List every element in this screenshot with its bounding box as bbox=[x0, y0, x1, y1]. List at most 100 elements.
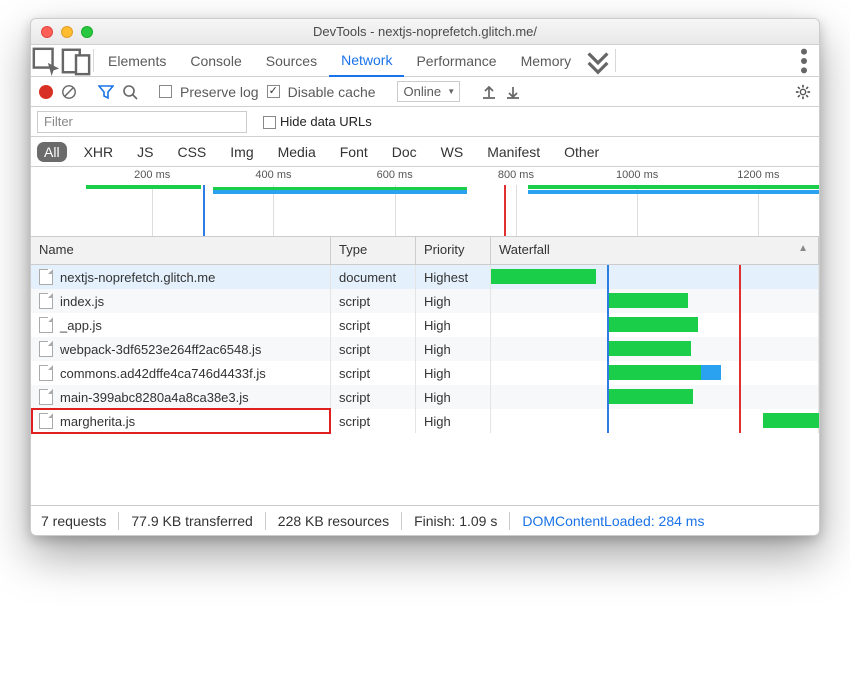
file-icon bbox=[39, 269, 53, 285]
dcl-marker bbox=[607, 265, 609, 433]
table-row[interactable]: commons.ad42dffe4ca746d4433f.js scriptHig… bbox=[31, 361, 819, 385]
preserve-log-label: Preserve log bbox=[180, 84, 259, 100]
timeline-tick-label: 200 ms bbox=[134, 169, 170, 181]
type-filter-doc[interactable]: Doc bbox=[385, 142, 424, 162]
table-row[interactable]: _app.js scriptHigh bbox=[31, 313, 819, 337]
window-title: DevTools - nextjs-noprefetch.glitch.me/ bbox=[31, 24, 819, 39]
hide-data-urls-label: Hide data URLs bbox=[280, 114, 372, 129]
file-icon bbox=[39, 389, 53, 405]
type-filter-xhr[interactable]: XHR bbox=[77, 142, 121, 162]
request-type: script bbox=[331, 289, 416, 313]
request-waterfall bbox=[491, 385, 819, 409]
settings-gear-icon[interactable] bbox=[795, 84, 811, 100]
file-icon bbox=[39, 317, 53, 333]
table-row[interactable]: webpack-3df6523e264ff2ac6548.js scriptHig… bbox=[31, 337, 819, 361]
hide-data-urls-checkbox[interactable]: Hide data URLs bbox=[263, 114, 372, 129]
type-filter-ws[interactable]: WS bbox=[434, 142, 471, 162]
request-waterfall bbox=[491, 361, 819, 385]
file-icon bbox=[39, 413, 53, 429]
tab-elements[interactable]: Elements bbox=[96, 45, 178, 76]
timeline-tick-label: 1200 ms bbox=[737, 169, 779, 181]
type-filter-other[interactable]: Other bbox=[557, 142, 606, 162]
filter-input[interactable] bbox=[37, 111, 247, 133]
table-row[interactable]: main-399abc8280a4a8ca38e3.jsscriptHigh bbox=[31, 385, 819, 409]
disable-cache-label: Disable cache bbox=[288, 84, 376, 100]
record-button[interactable] bbox=[39, 85, 53, 99]
type-filter-all[interactable]: All bbox=[37, 142, 67, 162]
type-filter-font[interactable]: Font bbox=[333, 142, 375, 162]
type-filter-css[interactable]: CSS bbox=[170, 142, 213, 162]
throttle-value: Online bbox=[404, 84, 442, 99]
request-name: index.js bbox=[60, 294, 104, 309]
status-requests: 7 requests bbox=[41, 513, 106, 529]
table-row[interactable]: index.js scriptHigh bbox=[31, 289, 819, 313]
request-waterfall bbox=[491, 337, 819, 361]
throttle-select[interactable]: Online bbox=[397, 81, 461, 102]
timeline-tick-label: 600 ms bbox=[377, 169, 413, 181]
request-waterfall bbox=[491, 409, 819, 433]
request-waterfall bbox=[491, 289, 819, 313]
type-filter-img[interactable]: Img bbox=[223, 142, 260, 162]
col-header-name[interactable]: Name bbox=[31, 237, 331, 264]
panel-tabs: ElementsConsoleSourcesNetworkPerformance… bbox=[31, 45, 819, 77]
request-name: main-399abc8280a4a8ca38e3.js bbox=[60, 390, 249, 405]
tab-performance[interactable]: Performance bbox=[404, 45, 508, 76]
disable-cache-checkbox[interactable]: Disable cache bbox=[267, 84, 376, 100]
request-priority: High bbox=[416, 337, 491, 361]
preserve-log-checkbox[interactable]: Preserve log bbox=[159, 84, 259, 100]
table-row[interactable]: margherita.jsscriptHigh bbox=[31, 409, 819, 433]
status-resources: 228 KB resources bbox=[278, 513, 389, 529]
network-table-header: Name Type Priority Waterfall bbox=[31, 237, 819, 265]
filter-icon[interactable] bbox=[98, 84, 114, 100]
status-dcl: DOMContentLoaded: 284 ms bbox=[522, 513, 704, 529]
request-type: document bbox=[331, 265, 416, 289]
request-type: script bbox=[331, 361, 416, 385]
request-name: commons.ad42dffe4ca746d4433f.js bbox=[60, 366, 266, 381]
devtools-window: DevTools - nextjs-noprefetch.glitch.me/ … bbox=[30, 18, 820, 536]
request-priority: High bbox=[416, 313, 491, 337]
request-priority: High bbox=[416, 409, 491, 433]
request-name: _app.js bbox=[60, 318, 102, 333]
network-table-body: nextjs-noprefetch.glitch.me documentHighe… bbox=[31, 265, 819, 505]
request-name: margherita.js bbox=[60, 414, 135, 429]
type-filter-manifest[interactable]: Manifest bbox=[480, 142, 547, 162]
status-bar: 7 requests 77.9 KB transferred 228 KB re… bbox=[31, 505, 819, 535]
timeline-tick-label: 1000 ms bbox=[616, 169, 658, 181]
request-type-filter: All XHR JS CSS Img Media Font Doc WS Manifest Othe… bbox=[31, 137, 819, 167]
tab-console[interactable]: Console bbox=[178, 45, 253, 76]
col-header-type[interactable]: Type bbox=[331, 237, 416, 264]
request-type: script bbox=[331, 337, 416, 361]
request-type: script bbox=[331, 313, 416, 337]
tab-sources[interactable]: Sources bbox=[254, 45, 329, 76]
load-marker bbox=[739, 265, 741, 433]
download-har-icon[interactable] bbox=[505, 84, 521, 100]
type-filter-js[interactable]: JS bbox=[130, 142, 160, 162]
request-name: webpack-3df6523e264ff2ac6548.js bbox=[60, 342, 261, 357]
timeline-overview[interactable]: 200 ms400 ms600 ms800 ms1000 ms1200 ms bbox=[31, 167, 819, 237]
status-finish: Finish: 1.09 s bbox=[414, 513, 497, 529]
kebab-menu-icon[interactable] bbox=[789, 45, 819, 76]
request-priority: High bbox=[416, 385, 491, 409]
more-tabs-icon[interactable] bbox=[583, 45, 613, 76]
col-header-priority[interactable]: Priority bbox=[416, 237, 491, 264]
file-icon bbox=[39, 341, 53, 357]
upload-har-icon[interactable] bbox=[481, 84, 497, 100]
inspect-element-icon[interactable] bbox=[31, 45, 61, 76]
file-icon bbox=[39, 365, 53, 381]
request-priority: High bbox=[416, 361, 491, 385]
type-filter-media[interactable]: Media bbox=[271, 142, 323, 162]
table-row[interactable]: nextjs-noprefetch.glitch.me documentHighe… bbox=[31, 265, 819, 289]
mac-titlebar: DevTools - nextjs-noprefetch.glitch.me/ bbox=[31, 19, 819, 45]
tab-memory[interactable]: Memory bbox=[509, 45, 584, 76]
tab-network[interactable]: Network bbox=[329, 45, 404, 77]
request-priority: High bbox=[416, 289, 491, 313]
request-priority: Highest bbox=[416, 265, 491, 289]
col-header-waterfall[interactable]: Waterfall bbox=[491, 237, 819, 264]
file-icon bbox=[39, 293, 53, 309]
filter-row: Hide data URLs bbox=[31, 107, 819, 137]
search-icon[interactable] bbox=[122, 84, 138, 100]
timeline-tick-label: 400 ms bbox=[255, 169, 291, 181]
device-toolbar-icon[interactable] bbox=[61, 45, 91, 76]
clear-icon[interactable] bbox=[61, 84, 77, 100]
request-name: nextjs-noprefetch.glitch.me bbox=[60, 270, 215, 285]
